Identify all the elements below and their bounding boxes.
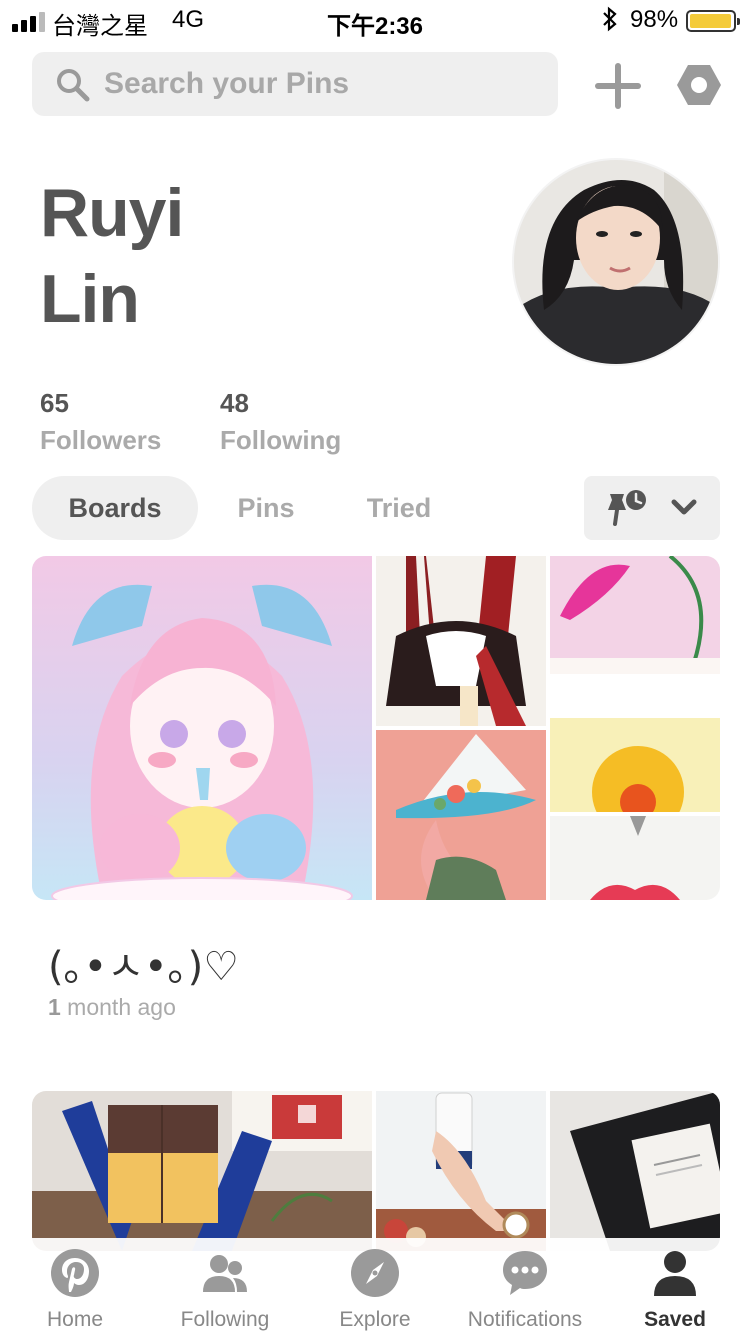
- compass-icon: [351, 1249, 399, 1297]
- board-pin-image: [550, 1091, 720, 1251]
- search-input[interactable]: [104, 52, 544, 116]
- profile-first-name: Ruyi: [40, 175, 184, 251]
- board-title[interactable]: (｡•ㅅ•｡)♡: [48, 934, 239, 992]
- add-icon[interactable]: [594, 62, 642, 110]
- board-updated-count: 1: [48, 994, 61, 1020]
- following-stat[interactable]: 48 Following: [220, 388, 341, 456]
- pinterest-icon: [51, 1249, 99, 1297]
- status-bar: 台灣之星 4G 下午2:36 98%: [0, 0, 750, 40]
- speech-bubble-icon: [503, 1251, 547, 1295]
- search-bar[interactable]: [32, 52, 558, 116]
- nav-label: Following: [180, 1308, 270, 1331]
- board-pin-image: [376, 556, 546, 726]
- board-cover[interactable]: [32, 1091, 720, 1251]
- bluetooth-icon: [600, 6, 620, 39]
- board-cover[interactable]: [32, 556, 720, 900]
- followers-count: 65: [40, 388, 69, 418]
- avatar-photo: [514, 160, 718, 364]
- board-pin-image: [32, 556, 372, 900]
- settings-hexagon-icon[interactable]: [676, 62, 722, 108]
- board-pin-image: [376, 1091, 546, 1251]
- nav-label: Notifications: [467, 1308, 583, 1331]
- nav-label: Saved: [644, 1308, 706, 1331]
- search-icon: [57, 69, 90, 102]
- board-updated-unit: month ago: [60, 994, 176, 1020]
- people-icon: [203, 1255, 247, 1292]
- nav-home[interactable]: Home: [0, 1238, 150, 1334]
- chevron-down-icon: [671, 499, 697, 515]
- sort-boards-button[interactable]: [584, 476, 720, 540]
- board-pin-image: [550, 556, 720, 674]
- following-label: Following: [220, 425, 342, 455]
- profile-name: Ruyi Lin: [40, 170, 184, 342]
- nav-saved[interactable]: Saved: [600, 1238, 750, 1334]
- nav-following[interactable]: Following: [150, 1238, 300, 1334]
- board-pin-image: [376, 730, 546, 900]
- bottom-tab-bar: Home Following Explore Notifications Sav…: [0, 1238, 750, 1334]
- profile-last-name: Lin: [40, 261, 140, 337]
- person-icon: [654, 1251, 696, 1296]
- nav-label: Home: [46, 1308, 104, 1331]
- following-count: 48: [220, 388, 249, 418]
- nav-explore[interactable]: Explore: [300, 1238, 450, 1334]
- followers-stat[interactable]: 65 Followers: [40, 388, 161, 456]
- tab-boards[interactable]: Boards: [32, 476, 198, 540]
- tab-pins[interactable]: Pins: [222, 476, 310, 540]
- battery-icon: [686, 10, 740, 32]
- battery-percentage: 98%: [630, 6, 679, 33]
- nav-label: Explore: [339, 1308, 411, 1331]
- board-pin-image: [32, 1091, 372, 1251]
- pin-clock-icon: [608, 490, 646, 526]
- board-pin-image: [550, 816, 720, 900]
- board-pin-image: [550, 718, 720, 812]
- followers-label: Followers: [40, 425, 162, 455]
- tab-tried[interactable]: Tried: [350, 476, 448, 540]
- profile-avatar[interactable]: [512, 158, 720, 366]
- board-updated-time: 1 month ago: [48, 994, 176, 1021]
- nav-notifications[interactable]: Notifications: [450, 1238, 600, 1334]
